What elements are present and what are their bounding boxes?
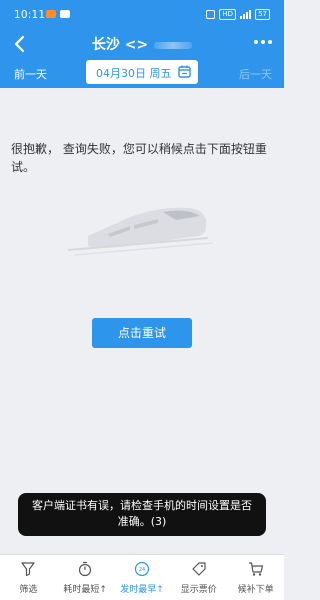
status-time: 10:11 (14, 9, 46, 21)
tab-label: 发时最早↑ (120, 585, 164, 595)
more-menu-icon[interactable] (254, 40, 272, 44)
battery-icon: 57 (255, 9, 270, 20)
price-tag-icon (191, 561, 207, 577)
message-icon (60, 10, 70, 18)
date-bar: 前一天 04月30日 周五 后一天 (0, 58, 284, 88)
nav-bar: 长沙 <> (0, 30, 284, 58)
tab-label: 候补下单 (237, 585, 274, 595)
notification-app-icon (46, 10, 56, 18)
tab-label: 筛选 (19, 585, 38, 595)
tab-waitlist-order[interactable]: 候补下单 (227, 555, 284, 600)
prev-day-button[interactable]: 前一天 (14, 66, 47, 82)
route-title: 长沙 <> (91, 37, 149, 53)
filter-icon (20, 561, 36, 577)
signal-icon (240, 10, 252, 19)
cart-icon (248, 561, 264, 577)
tab-earliest-departure[interactable]: 24 发时最早↑ (114, 555, 171, 600)
network-badge: HD (219, 9, 237, 20)
stopwatch-icon (77, 561, 93, 577)
date-picker[interactable]: 04月30日 周五 (86, 60, 198, 84)
error-toast: 客户端证书有误，请检查手机的时间设置是否准确。(3) (18, 493, 266, 536)
date-label: 04月30日 周五 (96, 67, 172, 80)
tab-shortest-duration[interactable]: 耗时最短↑ (57, 555, 114, 600)
status-bar: 10:11 HD 57 (0, 0, 284, 30)
train-illustration (67, 198, 218, 258)
tab-label: 显示票价 (180, 585, 217, 595)
main-content: 很抱歉， 查询失败，您可以稍候点击下面按钮重试。 点击重试 (0, 88, 284, 554)
retry-button[interactable]: 点击重试 (92, 318, 192, 348)
page-title: 长沙 <> (0, 34, 284, 54)
redacted-destination (154, 41, 193, 49)
alarm-icon (206, 10, 216, 19)
next-day-button[interactable]: 后一天 (239, 66, 272, 82)
tab-show-price[interactable]: 显示票价 (170, 555, 227, 600)
tab-filter[interactable]: 筛选 (0, 555, 57, 600)
clock-icon: 24 (134, 561, 150, 577)
tab-label: 耗时最短↑ (63, 585, 107, 595)
error-message: 很抱歉， 查询失败，您可以稍候点击下面按钮重试。 (11, 142, 267, 174)
bottom-toolbar: 筛选 耗时最短↑ 24 发时最早↑ 显示票价 候补下单 (0, 554, 284, 600)
calendar-icon (178, 65, 191, 78)
svg-text:24: 24 (139, 567, 145, 573)
